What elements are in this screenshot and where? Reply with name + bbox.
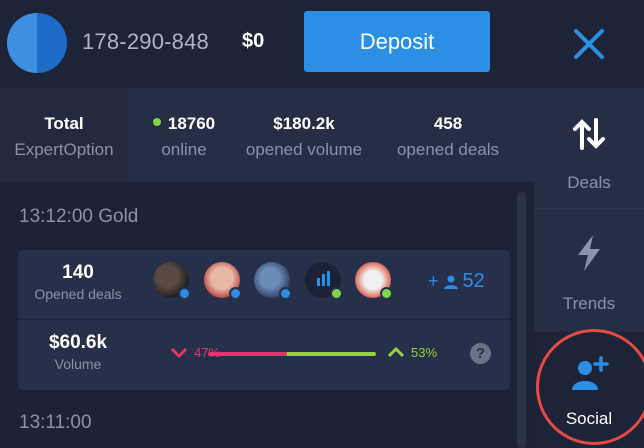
status-badge-icon	[178, 287, 191, 300]
add-user-icon: +	[428, 271, 439, 291]
stats-bar: Total ExpertOption 18760 online $180.2k …	[0, 88, 534, 182]
sort-arrows-icon	[573, 118, 605, 150]
stat-deals: 458 opened deals	[388, 114, 508, 160]
stat-volume-value: $180.2k	[273, 114, 335, 133]
social-feed: 13:12:00 Gold 140 Opened deals + 52 $60.…	[0, 182, 534, 448]
opened-deals-label: Opened deals	[34, 286, 122, 302]
close-button[interactable]	[534, 0, 644, 88]
chevron-up-icon	[388, 347, 404, 358]
top-bar: 178-290-848 $0 Deposit	[0, 0, 534, 88]
status-badge-icon	[279, 287, 292, 300]
status-badge-icon	[330, 287, 343, 300]
deposit-button[interactable]: Deposit	[304, 11, 490, 72]
help-icon[interactable]: ?	[470, 343, 491, 364]
volume-cell: $60.6k Volume	[28, 332, 128, 372]
trader-avatar[interactable]	[153, 262, 191, 300]
opened-deals-value: 140	[62, 262, 94, 283]
up-percentage: 53%	[388, 345, 437, 360]
volume-value: $60.6k	[48, 332, 108, 353]
highlight-ring	[536, 329, 644, 445]
trader-avatar[interactable]	[204, 262, 242, 300]
trader-avatar[interactable]	[254, 262, 292, 300]
trade-summary-card[interactable]: 140 Opened deals + 52 $60.6k Volume 47% …	[18, 250, 510, 390]
card-divider	[18, 319, 510, 320]
feed-time-label: 13:11:00	[19, 412, 92, 433]
online-dot-icon	[152, 118, 161, 126]
stat-total-title: Total	[44, 114, 84, 133]
up-percentage-value: 53%	[411, 345, 438, 360]
sidebar-item-deals[interactable]: Deals	[534, 88, 644, 208]
sidebar-item-trends[interactable]: Trends	[534, 208, 644, 332]
chevron-down-icon	[171, 347, 187, 358]
lightning-icon	[578, 235, 600, 271]
status-badge-icon	[229, 287, 242, 300]
stat-volume: $180.2k opened volume	[236, 114, 372, 160]
sidebar-item-label: Deals	[567, 173, 611, 192]
stat-deals-label: opened deals	[396, 140, 500, 159]
followers-count[interactable]: + 52	[428, 270, 485, 293]
feed-scrollbar[interactable]	[517, 192, 526, 448]
trader-avatar[interactable]	[305, 262, 343, 300]
account-avatar[interactable]	[7, 13, 67, 73]
stat-total: Total ExpertOption	[0, 88, 128, 182]
stat-volume-label: opened volume	[245, 140, 363, 159]
stat-online: 18760 online	[138, 114, 230, 160]
stat-online-label: online	[161, 140, 207, 159]
followers-value: 52	[462, 270, 485, 292]
user-icon	[443, 275, 458, 289]
sidebar-item-label: Trends	[562, 294, 616, 313]
status-badge-icon	[380, 287, 393, 300]
close-icon	[574, 29, 604, 59]
feed-time-label: 13:12:00 Gold	[19, 206, 139, 227]
sentiment-bar	[208, 352, 376, 356]
stat-deals-value: 458	[433, 114, 463, 133]
volume-label: Volume	[54, 356, 102, 372]
stat-total-sub: ExpertOption	[14, 140, 114, 159]
opened-deals-cell: 140 Opened deals	[28, 262, 128, 302]
trader-avatar[interactable]	[355, 262, 393, 300]
stat-online-value: 18760	[167, 114, 216, 133]
account-balance: $0	[242, 30, 265, 52]
account-id: 178-290-848	[82, 29, 209, 54]
